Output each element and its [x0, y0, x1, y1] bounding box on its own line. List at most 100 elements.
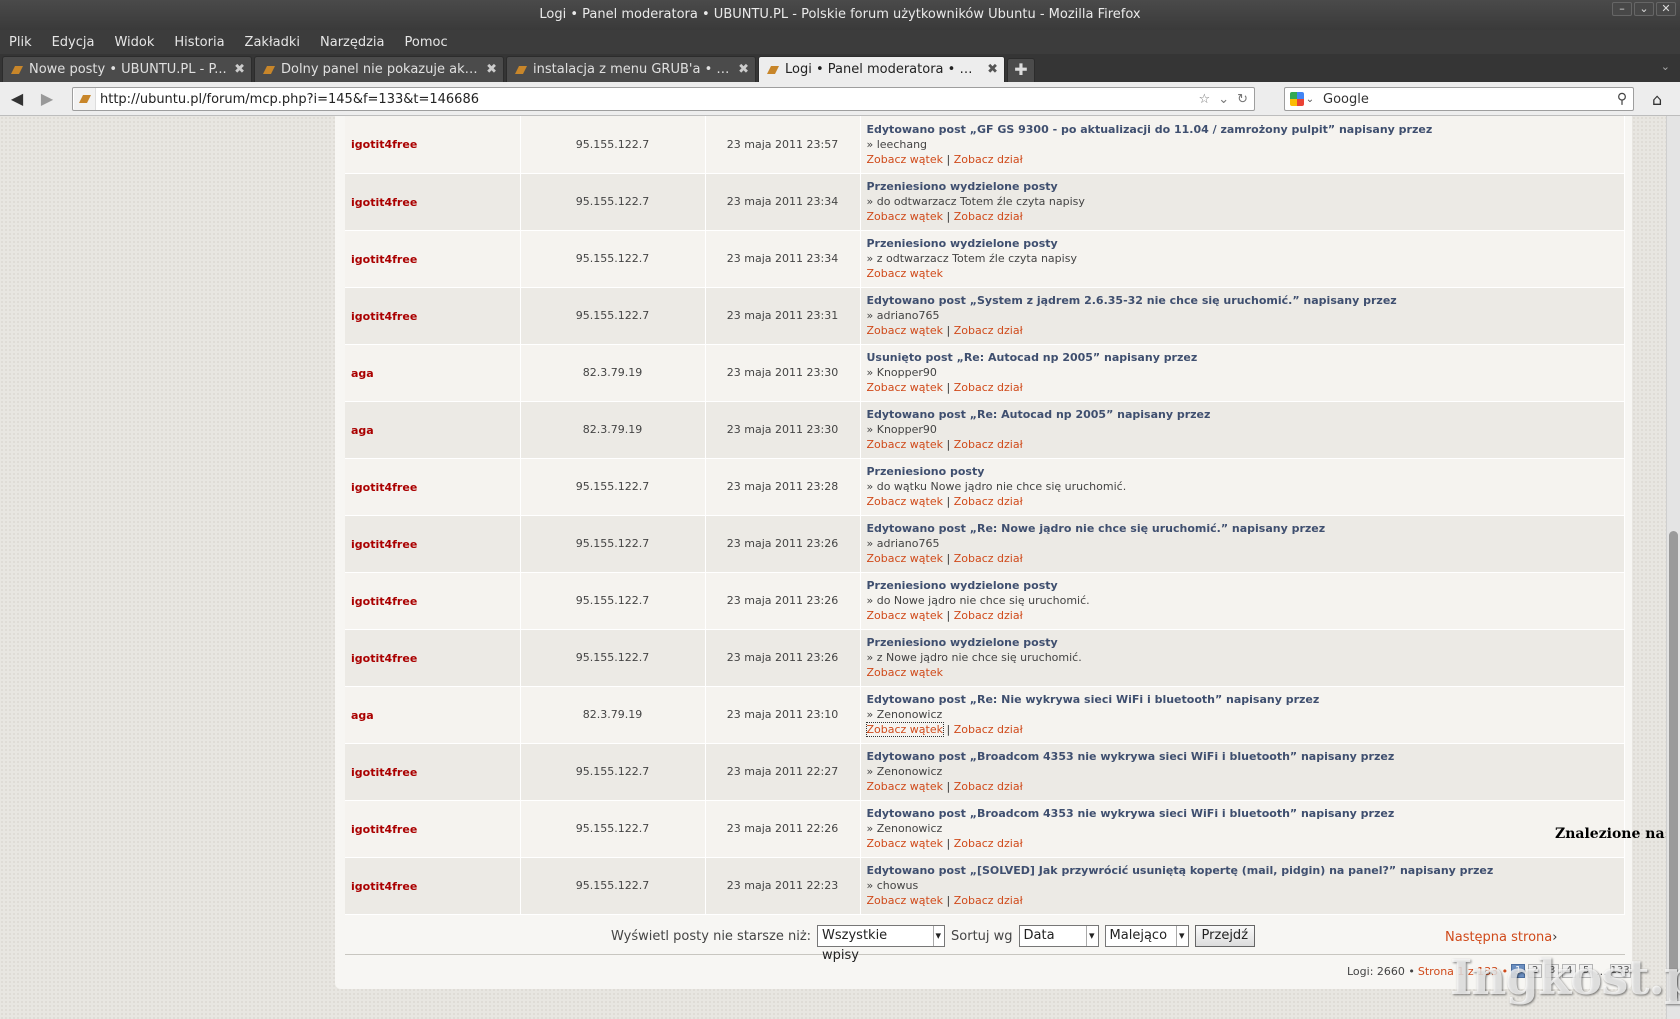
username-link[interactable]: igotit4free: [351, 595, 417, 608]
view-topic-link[interactable]: Zobacz wątek: [867, 894, 944, 907]
log-user-cell: igotit4free: [345, 230, 521, 288]
username-link[interactable]: igotit4free: [351, 253, 417, 266]
tab-close-icon[interactable]: ✖: [738, 62, 749, 77]
scrollbar-thumb[interactable]: [1669, 531, 1678, 1001]
view-topic-link[interactable]: Zobacz wątek: [867, 267, 944, 280]
maximize-icon[interactable]: ⌄: [1634, 2, 1654, 16]
log-action-cell: Edytowano post „Broadcom 4353 nie wykryw…: [860, 743, 1625, 801]
log-date: 23 maja 2011 23:26: [705, 572, 861, 630]
menu-file[interactable]: Plik: [9, 35, 32, 50]
bookmark-star-icon[interactable]: ☆: [1199, 92, 1211, 107]
view-topic-link[interactable]: Zobacz wątek: [867, 324, 944, 337]
username-link[interactable]: aga: [351, 367, 374, 380]
tab-close-icon[interactable]: ✖: [486, 62, 497, 77]
menu-help[interactable]: Pomoc: [405, 35, 448, 50]
view-forum-link[interactable]: Zobacz dział: [954, 609, 1023, 622]
menu-bookmarks[interactable]: Zakładki: [245, 35, 300, 50]
log-action-cell: Edytowano post „Re: Autocad np 2005” nap…: [860, 401, 1625, 459]
log-action-detail: » z Nowe jądro nie chce się uruchomić.: [866, 651, 1082, 664]
username-link[interactable]: igotit4free: [351, 481, 417, 494]
sort-order-select[interactable]: Malejąco: [1104, 925, 1189, 947]
view-topic-link[interactable]: Zobacz wątek: [867, 837, 944, 850]
tab-new-posts[interactable]: Nowe posty • UBUNTU.PL - P... ✖: [2, 56, 252, 82]
age-filter-select[interactable]: Wszystkie wpisy: [817, 925, 946, 963]
menu-history[interactable]: Historia: [174, 35, 224, 50]
username-link[interactable]: aga: [351, 424, 374, 437]
log-action-cell: Przeniesiono wydzielone posty » do Nowe j…: [860, 572, 1625, 630]
view-topic-link[interactable]: Zobacz wątek: [867, 210, 944, 223]
next-page-link[interactable]: Następna strona›: [1445, 930, 1557, 945]
log-user-cell: aga: [345, 401, 521, 459]
username-link[interactable]: igotit4free: [351, 538, 417, 551]
site-identity-icon[interactable]: [74, 88, 96, 110]
menu-edit[interactable]: Edycja: [52, 35, 95, 50]
close-window-icon[interactable]: ✕: [1656, 2, 1676, 16]
tab-list-icon[interactable]: ⌄: [1661, 60, 1670, 73]
menu-tools[interactable]: Narzędzia: [320, 35, 385, 50]
view-topic-link[interactable]: Zobacz wątek: [867, 381, 944, 394]
go-button[interactable]: Przejdź: [1194, 925, 1256, 947]
log-user-cell: igotit4free: [345, 458, 521, 516]
view-forum-link[interactable]: Zobacz dział: [954, 837, 1023, 850]
view-topic-link[interactable]: Zobacz wątek: [865, 722, 944, 737]
tab-moderator-logs[interactable]: Logi • Panel moderatora • UBU... ✖: [758, 56, 1005, 82]
back-arrow-icon[interactable]: ◀: [6, 90, 28, 108]
tab-grub-install[interactable]: instalacja z menu GRUB'a • UB... ✖: [506, 56, 756, 82]
username-link[interactable]: igotit4free: [351, 766, 417, 779]
url-history-dropdown-icon[interactable]: ⌄: [1218, 92, 1229, 107]
forward-arrow-icon[interactable]: ▶: [36, 90, 58, 108]
username-link[interactable]: igotit4free: [351, 310, 417, 323]
view-topic-link[interactable]: Zobacz wątek: [867, 495, 944, 508]
tab-close-icon[interactable]: ✖: [987, 62, 998, 77]
page-scrollbar[interactable]: [1666, 116, 1680, 1019]
log-ip: 82.3.79.19: [520, 344, 706, 402]
view-forum-link[interactable]: Zobacz dział: [954, 780, 1023, 793]
log-action-detail: » leechang: [866, 137, 928, 151]
log-date: 23 maja 2011 23:26: [705, 515, 861, 573]
view-forum-link[interactable]: Zobacz dział: [954, 381, 1023, 394]
search-engine-selector[interactable]: ⌄: [1285, 92, 1319, 106]
view-forum-link[interactable]: Zobacz dział: [954, 153, 1023, 166]
log-action-title: Edytowano post „Re: Nie wykrywa sieci Wi…: [866, 693, 1320, 706]
tab-bottom-panel[interactable]: Dolny panel nie pokazuje aktua... ✖: [254, 56, 504, 82]
sort-key-select[interactable]: Data: [1018, 925, 1099, 947]
reload-icon[interactable]: ↻: [1237, 92, 1248, 107]
log-user-cell: igotit4free: [345, 515, 521, 573]
search-input[interactable]: Google: [1319, 92, 1611, 107]
username-link[interactable]: igotit4free: [351, 880, 417, 893]
log-date: 23 maja 2011 23:26: [705, 629, 861, 687]
log-user-cell: igotit4free: [345, 173, 521, 231]
view-topic-link[interactable]: Zobacz wątek: [867, 438, 944, 451]
view-forum-link[interactable]: Zobacz dział: [954, 894, 1023, 907]
view-forum-link[interactable]: Zobacz dział: [954, 438, 1023, 451]
new-tab-button[interactable]: ✚: [1007, 58, 1035, 82]
link-separator: |: [943, 552, 954, 565]
view-topic-link[interactable]: Zobacz wątek: [867, 666, 944, 679]
view-forum-link[interactable]: Zobacz dział: [954, 552, 1023, 565]
username-link[interactable]: igotit4free: [351, 652, 417, 665]
view-topic-link[interactable]: Zobacz wątek: [867, 153, 944, 166]
search-icon[interactable]: ⚲: [1611, 91, 1633, 107]
log-user-cell: igotit4free: [345, 857, 521, 915]
menu-view[interactable]: Widok: [114, 35, 154, 50]
minimize-icon[interactable]: –: [1612, 2, 1632, 16]
link-separator: |: [943, 837, 954, 850]
tab-close-icon[interactable]: ✖: [234, 62, 245, 77]
view-forum-link[interactable]: Zobacz dział: [954, 324, 1023, 337]
username-link[interactable]: igotit4free: [351, 196, 417, 209]
view-topic-link[interactable]: Zobacz wątek: [867, 552, 944, 565]
username-link[interactable]: aga: [351, 709, 374, 722]
url-input[interactable]: http://ubuntu.pl/forum/mcp.php?i=145&f=1…: [100, 92, 1199, 107]
log-action-detail: » do odtwarzacz Totem źle czyta napisy: [866, 195, 1085, 208]
search-bar[interactable]: ⌄ Google ⚲: [1284, 87, 1634, 111]
username-link[interactable]: igotit4free: [351, 823, 417, 836]
view-topic-link[interactable]: Zobacz wątek: [867, 780, 944, 793]
username-link[interactable]: igotit4free: [351, 138, 417, 151]
view-topic-link[interactable]: Zobacz wątek: [867, 609, 944, 622]
view-forum-link[interactable]: Zobacz dział: [954, 723, 1023, 736]
url-bar[interactable]: http://ubuntu.pl/forum/mcp.php?i=145&f=1…: [72, 87, 1255, 111]
view-forum-link[interactable]: Zobacz dział: [954, 210, 1023, 223]
view-forum-link[interactable]: Zobacz dział: [954, 495, 1023, 508]
home-icon[interactable]: ⌂: [1652, 90, 1662, 109]
log-ip: 95.155.122.7: [520, 173, 706, 231]
